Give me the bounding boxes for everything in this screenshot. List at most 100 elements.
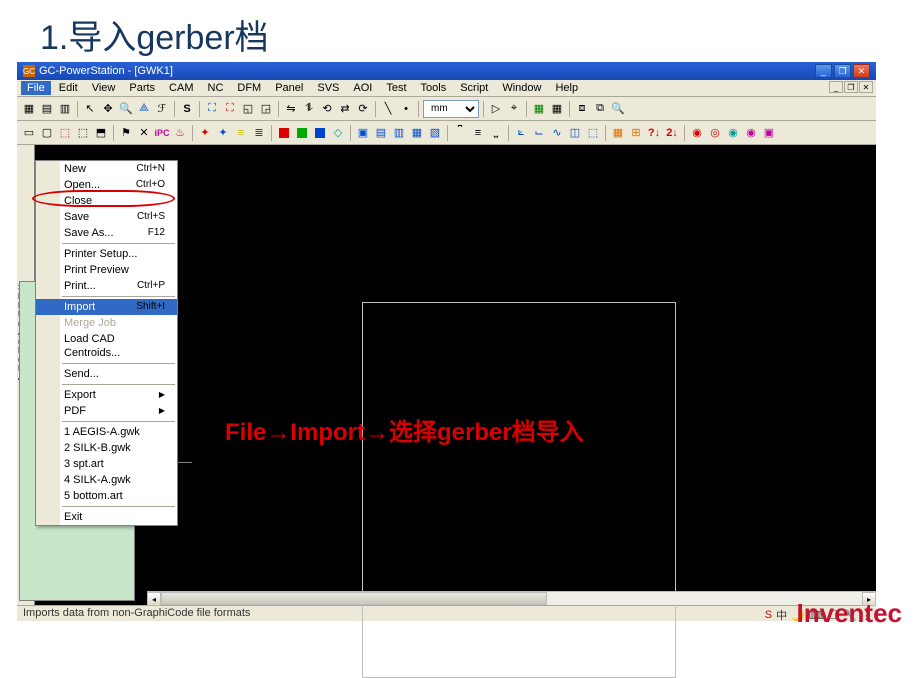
tool-text-icon[interactable]: S (179, 101, 195, 117)
tray-lang-icon[interactable]: 中 (776, 607, 787, 623)
menu-save[interactable]: SaveCtrl+S (36, 209, 177, 225)
menu-close[interactable]: Close (36, 193, 177, 209)
panel-4-icon[interactable]: ▦ (409, 125, 425, 141)
menu-exit[interactable]: Exit (36, 509, 177, 525)
menu-dfm[interactable]: DFM (231, 81, 267, 95)
zoom-window-icon[interactable]: ⛶ (222, 101, 238, 117)
chart-4-icon[interactable]: ◫ (567, 125, 583, 141)
menu-help[interactable]: Help (549, 81, 584, 95)
menu-svs[interactable]: SVS (311, 81, 345, 95)
shape-b-icon[interactable] (312, 125, 328, 141)
panel-1-icon[interactable]: ▣ (355, 125, 371, 141)
sel-5-icon[interactable]: ⬒ (93, 125, 109, 141)
menu-panel[interactable]: Panel (269, 81, 309, 95)
horizontal-scrollbar[interactable]: ◂ ▸ (147, 591, 876, 605)
shape-g-icon[interactable] (294, 125, 310, 141)
mark-1-icon[interactable]: ◉ (689, 125, 705, 141)
grid-2-icon[interactable]: ▦ (549, 101, 565, 117)
rotate-icon[interactable]: ⟲ (319, 101, 335, 117)
layer-2-icon[interactable]: ▤ (39, 101, 55, 117)
tool-cursor-icon[interactable]: ↖ (82, 101, 98, 117)
menu-open[interactable]: Open...Ctrl+O (36, 177, 177, 193)
menu-save-as[interactable]: Save As...F12 (36, 225, 177, 241)
maximize-button[interactable]: ❐ (834, 64, 851, 78)
list-icon[interactable]: ⧉ (592, 101, 608, 117)
report-icon[interactable]: ▦ (610, 125, 626, 141)
mark-3-icon[interactable]: ◉ (725, 125, 741, 141)
zoom-1-icon[interactable]: ◱ (240, 101, 256, 117)
layer-3-icon[interactable]: ▥ (57, 101, 73, 117)
menu-print-preview[interactable]: Print Preview (36, 262, 177, 278)
panel-3-icon[interactable]: ▥ (391, 125, 407, 141)
zoom-fit-icon[interactable]: ⛶ (204, 101, 220, 117)
mark-4-icon[interactable]: ◉ (743, 125, 759, 141)
shape-drop-icon[interactable]: ◇ (330, 125, 346, 141)
mirror-icon[interactable]: ⇄ (337, 101, 353, 117)
color-red-icon[interactable]: ✦ (197, 125, 213, 141)
menu-view[interactable]: View (86, 81, 122, 95)
warn-icon[interactable]: ?↓ (646, 125, 662, 141)
align-m-icon[interactable]: ≡ (470, 125, 486, 141)
refresh-icon[interactable]: ⟳ (355, 101, 371, 117)
menu-file[interactable]: File (21, 81, 51, 95)
layer-1-icon[interactable]: ▦ (21, 101, 37, 117)
menu-recent-1[interactable]: 1 AEGIS-A.gwk (36, 424, 177, 440)
lines-1-icon[interactable]: ≡ (233, 125, 249, 141)
sel-4-icon[interactable]: ⬚ (75, 125, 91, 141)
align-t-icon[interactable]: ⎴ (452, 125, 468, 141)
mdi-close-button[interactable]: ✕ (859, 81, 873, 93)
tool-zoom-icon[interactable]: 🔍 (118, 101, 134, 117)
flip-h-icon[interactable]: ⇋ (283, 101, 299, 117)
panel-2-icon[interactable]: ▤ (373, 125, 389, 141)
tree-icon[interactable]: ⧈ (574, 101, 590, 117)
close-button[interactable]: ✕ (853, 64, 870, 78)
ipc-icon[interactable]: iPC (154, 125, 170, 141)
menu-recent-2[interactable]: 2 SILK-B.gwk (36, 440, 177, 456)
scroll-thumb[interactable] (161, 592, 547, 605)
menu-tools[interactable]: Tools (415, 81, 453, 95)
sel-1-icon[interactable]: ▭ (21, 125, 37, 141)
tool-font-icon[interactable]: ℱ (154, 101, 170, 117)
units-select[interactable]: mm (423, 100, 479, 118)
flip-v-icon[interactable]: ⥮ (301, 101, 317, 117)
menu-edit[interactable]: Edit (53, 81, 84, 95)
sel-2-icon[interactable]: ▢ (39, 125, 55, 141)
menu-cam[interactable]: CAM (163, 81, 199, 95)
menu-test[interactable]: Test (380, 81, 412, 95)
chart-2-icon[interactable]: ⌙ (531, 125, 547, 141)
zoom-2-icon[interactable]: ◲ (258, 101, 274, 117)
panel-5-icon[interactable]: ▧ (427, 125, 443, 141)
menu-nc[interactable]: NC (202, 81, 230, 95)
mdi-restore-button[interactable]: ❐ (844, 81, 858, 93)
menu-recent-3[interactable]: 3 spt.art (36, 456, 177, 472)
draw-line-icon[interactable]: ╲ (380, 101, 396, 117)
report2-icon[interactable]: ⊞ (628, 125, 644, 141)
menu-print[interactable]: Print...Ctrl+P (36, 278, 177, 294)
menu-printer-setup[interactable]: Printer Setup... (36, 246, 177, 262)
tool-measure-icon[interactable]: ⟁ (136, 101, 152, 117)
mark-2-icon[interactable]: ◎ (707, 125, 723, 141)
menu-pdf[interactable]: PDF▶ (36, 403, 177, 419)
flag-icon[interactable]: ⚑ (118, 125, 134, 141)
color-blue-icon[interactable]: ✦ (215, 125, 231, 141)
chart-1-icon[interactable]: ⟀ (513, 125, 529, 141)
menu-script[interactable]: Script (454, 81, 494, 95)
tool-pan-icon[interactable]: ✥ (100, 101, 116, 117)
grid-1-icon[interactable]: ▦ (531, 101, 547, 117)
menu-new[interactable]: NewCtrl+N (36, 161, 177, 177)
mark-5-icon[interactable]: ▣ (761, 125, 777, 141)
menu-send[interactable]: Send... (36, 366, 177, 382)
cross-icon[interactable]: ✕ (136, 125, 152, 141)
scroll-left-button[interactable]: ◂ (147, 592, 161, 606)
minimize-button[interactable]: _ (815, 64, 832, 78)
chart-3-icon[interactable]: ∿ (549, 125, 565, 141)
fire-icon[interactable]: ♨ (172, 125, 188, 141)
menu-window[interactable]: Window (496, 81, 547, 95)
menu-import[interactable]: ImportShift+I (36, 299, 177, 315)
target-icon[interactable]: ⌖ (506, 101, 522, 117)
chart-5-icon[interactable]: ⬚ (585, 125, 601, 141)
menu-aoi[interactable]: AOI (347, 81, 378, 95)
lines-2-icon[interactable]: ≣ (251, 125, 267, 141)
shape-r-icon[interactable] (276, 125, 292, 141)
mdi-min-button[interactable]: _ (829, 81, 843, 93)
